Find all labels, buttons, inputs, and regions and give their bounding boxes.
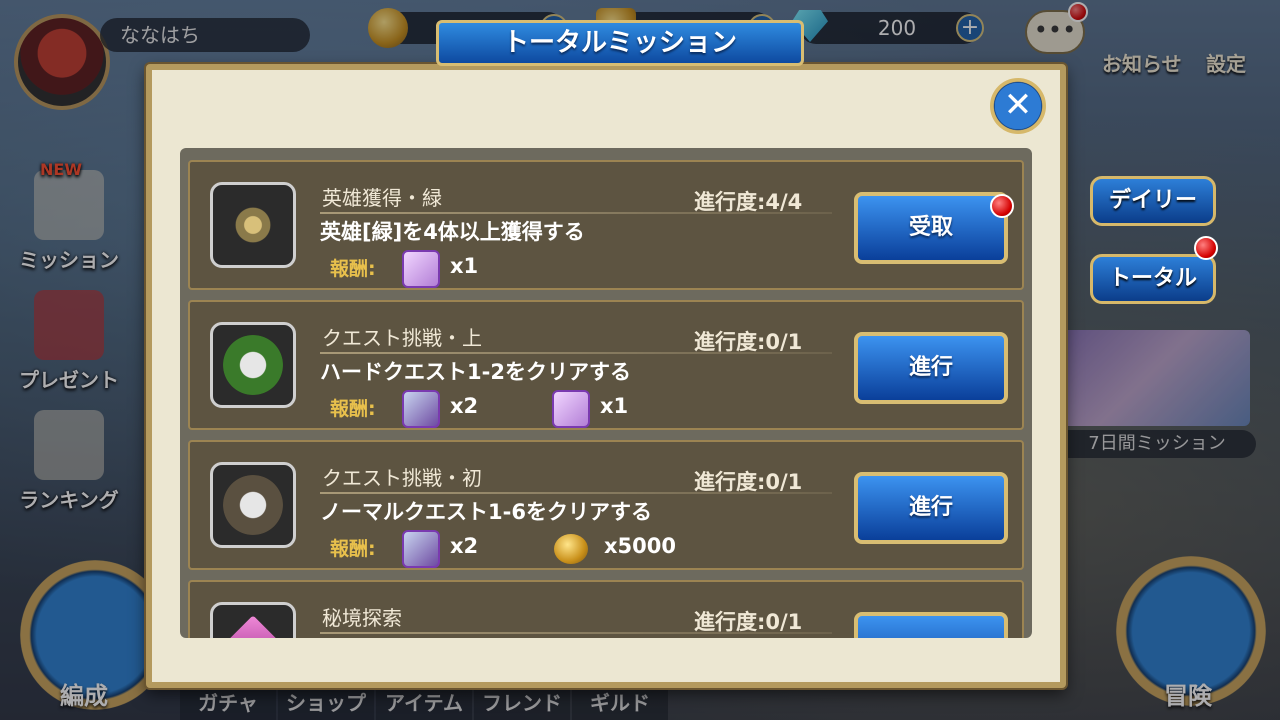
proceed-button[interactable]	[854, 612, 1008, 638]
divider	[320, 212, 832, 214]
list-item: 英雄獲得・緑 進行度:4/4 英雄[緑]を4体以上獲得する 報酬: x1 受取	[188, 160, 1024, 290]
mission-name: 英雄獲得・緑	[322, 186, 442, 210]
total-notification-dot	[1194, 236, 1218, 260]
reward-qty: x2	[450, 534, 479, 558]
reward-label: 報酬:	[330, 538, 376, 560]
reward-qty: x5000	[604, 534, 676, 558]
reward-qty: x1	[600, 394, 629, 418]
gem-purple-icon	[210, 602, 296, 638]
divider	[320, 632, 832, 634]
mission-list[interactable]: 英雄獲得・緑 進行度:4/4 英雄[緑]を4体以上獲得する 報酬: x1 受取 …	[180, 148, 1032, 638]
mission-description: ノーマルクエスト1-6をクリアする	[320, 500, 652, 524]
mission-description: ハードクエスト1-2をクリアする	[320, 360, 631, 384]
mission-name: 秘境探索	[322, 606, 402, 630]
reward-qty: x2	[450, 394, 479, 418]
receive-button[interactable]: 受取	[854, 192, 1008, 264]
mission-description: 英雄[緑]を4体以上獲得する	[320, 220, 585, 244]
mission-name: クエスト挑戦・初	[322, 466, 482, 490]
scroll-icon	[402, 250, 440, 288]
divider	[320, 492, 832, 494]
list-item: クエスト挑戦・初 進行度:0/1 ノーマルクエスト1-6をクリアする 報酬: x…	[188, 440, 1024, 570]
tab-daily[interactable]: デイリー	[1090, 176, 1216, 226]
tab-total[interactable]: トータル	[1090, 254, 1216, 304]
skull-gray-icon	[210, 462, 296, 548]
list-item: 秘境探索 進行度:0/1	[188, 580, 1024, 638]
close-icon[interactable]: ✕	[990, 78, 1046, 134]
receive-notification-dot	[990, 194, 1014, 218]
hero-icon	[402, 390, 440, 428]
coin-icon	[554, 534, 588, 564]
reward-qty: x1	[450, 254, 479, 278]
crossed-swords-icon	[210, 182, 296, 268]
hero-icon	[402, 530, 440, 568]
reward-label: 報酬:	[330, 258, 376, 280]
list-item: クエスト挑戦・上 進行度:0/1 ハードクエスト1-2をクリアする 報酬: x2…	[188, 300, 1024, 430]
reward-label: 報酬:	[330, 398, 376, 420]
scroll-icon	[552, 390, 590, 428]
dialog-title: トータルミッション	[436, 20, 804, 66]
proceed-button[interactable]: 進行	[854, 332, 1008, 404]
mission-name: クエスト挑戦・上	[322, 326, 482, 350]
divider	[320, 352, 832, 354]
proceed-button[interactable]: 進行	[854, 472, 1008, 544]
skull-green-icon	[210, 322, 296, 408]
